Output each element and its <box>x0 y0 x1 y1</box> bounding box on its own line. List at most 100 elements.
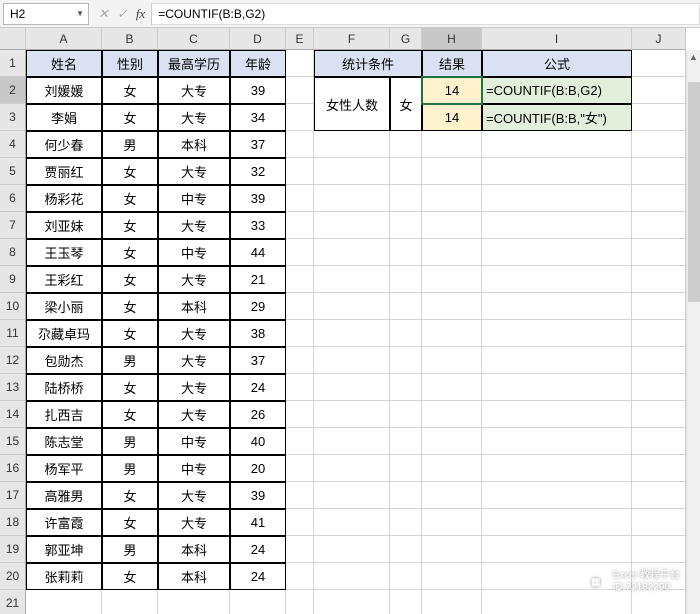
col-header-A[interactable]: A <box>26 28 102 50</box>
cell-E4[interactable] <box>286 131 314 158</box>
cell-H19[interactable] <box>422 536 482 563</box>
row-header-16[interactable]: 16 <box>0 455 26 482</box>
row-header-10[interactable]: 10 <box>0 293 26 320</box>
cell-D16[interactable]: 20 <box>230 455 286 482</box>
cell-A7[interactable]: 刘亚妹 <box>26 212 102 239</box>
cell-F14[interactable] <box>314 401 390 428</box>
cell-C13[interactable]: 大专 <box>158 374 230 401</box>
cell-D11[interactable]: 38 <box>230 320 286 347</box>
cell-B14[interactable]: 女 <box>102 401 158 428</box>
cell-H3[interactable]: 14 <box>422 104 482 131</box>
cell-C20[interactable]: 本科 <box>158 563 230 590</box>
cell-D4[interactable]: 37 <box>230 131 286 158</box>
cell-B4[interactable]: 男 <box>102 131 158 158</box>
cell-B8[interactable]: 女 <box>102 239 158 266</box>
cell-B7[interactable]: 女 <box>102 212 158 239</box>
cell-H11[interactable] <box>422 320 482 347</box>
col-header-E[interactable]: E <box>286 28 314 50</box>
cell-F2[interactable]: 女性人数 <box>314 77 390 131</box>
cell-G11[interactable] <box>390 320 422 347</box>
cell-G14[interactable] <box>390 401 422 428</box>
fx-icon[interactable]: fx <box>136 6 145 22</box>
row-header-19[interactable]: 19 <box>0 536 26 563</box>
cell-F7[interactable] <box>314 212 390 239</box>
cell-J4[interactable] <box>632 131 686 158</box>
cell-F15[interactable] <box>314 428 390 455</box>
chevron-up-icon[interactable]: ▲ <box>689 50 698 64</box>
row-header-8[interactable]: 8 <box>0 239 26 266</box>
cell-B10[interactable]: 女 <box>102 293 158 320</box>
cell-H17[interactable] <box>422 482 482 509</box>
cell-I4[interactable] <box>482 131 632 158</box>
cell-J11[interactable] <box>632 320 686 347</box>
formula-input[interactable]: =COUNTIF(B:B,G2) <box>151 3 700 25</box>
cell-G15[interactable] <box>390 428 422 455</box>
cell-H10[interactable] <box>422 293 482 320</box>
cell-A3[interactable]: 李娟 <box>26 104 102 131</box>
row-header-12[interactable]: 12 <box>0 347 26 374</box>
cell-E19[interactable] <box>286 536 314 563</box>
cell-B15[interactable]: 男 <box>102 428 158 455</box>
cell-A8[interactable]: 王玉琴 <box>26 239 102 266</box>
cell-A4[interactable]: 何少春 <box>26 131 102 158</box>
cell-E2[interactable] <box>286 77 314 104</box>
cell-E11[interactable] <box>286 320 314 347</box>
col-header-C[interactable]: C <box>158 28 230 50</box>
col-header-I[interactable]: I <box>482 28 632 50</box>
cell-F1[interactable]: 统计条件 <box>314 50 422 77</box>
cell-H7[interactable] <box>422 212 482 239</box>
cell-B18[interactable]: 女 <box>102 509 158 536</box>
row-header-15[interactable]: 15 <box>0 428 26 455</box>
cell-F17[interactable] <box>314 482 390 509</box>
cell-F6[interactable] <box>314 185 390 212</box>
cell-G6[interactable] <box>390 185 422 212</box>
col-header-H[interactable]: H <box>422 28 482 50</box>
cell-F4[interactable] <box>314 131 390 158</box>
cell-F18[interactable] <box>314 509 390 536</box>
cell-C4[interactable]: 本科 <box>158 131 230 158</box>
cell-D3[interactable]: 34 <box>230 104 286 131</box>
cell-D7[interactable]: 33 <box>230 212 286 239</box>
row-header-9[interactable]: 9 <box>0 266 26 293</box>
cell-B20[interactable]: 女 <box>102 563 158 590</box>
cell-G17[interactable] <box>390 482 422 509</box>
cell-G20[interactable] <box>390 563 422 590</box>
cell-B12[interactable]: 男 <box>102 347 158 374</box>
cell-B19[interactable]: 男 <box>102 536 158 563</box>
cell-J10[interactable] <box>632 293 686 320</box>
cell-J14[interactable] <box>632 401 686 428</box>
cell-B21[interactable] <box>102 590 158 614</box>
cell-F8[interactable] <box>314 239 390 266</box>
cell-C11[interactable]: 大专 <box>158 320 230 347</box>
cell-C6[interactable]: 中专 <box>158 185 230 212</box>
row-header-14[interactable]: 14 <box>0 401 26 428</box>
cell-B6[interactable]: 女 <box>102 185 158 212</box>
cell-I6[interactable] <box>482 185 632 212</box>
cell-E5[interactable] <box>286 158 314 185</box>
cell-I5[interactable] <box>482 158 632 185</box>
cell-F12[interactable] <box>314 347 390 374</box>
cell-D8[interactable]: 44 <box>230 239 286 266</box>
col-header-G[interactable]: G <box>390 28 422 50</box>
cell-E9[interactable] <box>286 266 314 293</box>
cell-A11[interactable]: 尕藏卓玛 <box>26 320 102 347</box>
cell-E15[interactable] <box>286 428 314 455</box>
cell-D6[interactable]: 39 <box>230 185 286 212</box>
cell-E18[interactable] <box>286 509 314 536</box>
cell-H20[interactable] <box>422 563 482 590</box>
cell-B1[interactable]: 性别 <box>102 50 158 77</box>
cell-J13[interactable] <box>632 374 686 401</box>
cell-A2[interactable]: 刘媛媛 <box>26 77 102 104</box>
cell-C15[interactable]: 中专 <box>158 428 230 455</box>
cell-E10[interactable] <box>286 293 314 320</box>
cell-H1[interactable]: 结果 <box>422 50 482 77</box>
cell-B3[interactable]: 女 <box>102 104 158 131</box>
cell-E14[interactable] <box>286 401 314 428</box>
cell-G19[interactable] <box>390 536 422 563</box>
cell-C2[interactable]: 大专 <box>158 77 230 104</box>
cell-D13[interactable]: 24 <box>230 374 286 401</box>
row-header-13[interactable]: 13 <box>0 374 26 401</box>
cell-C19[interactable]: 本科 <box>158 536 230 563</box>
cell-A17[interactable]: 高雅男 <box>26 482 102 509</box>
cell-H16[interactable] <box>422 455 482 482</box>
